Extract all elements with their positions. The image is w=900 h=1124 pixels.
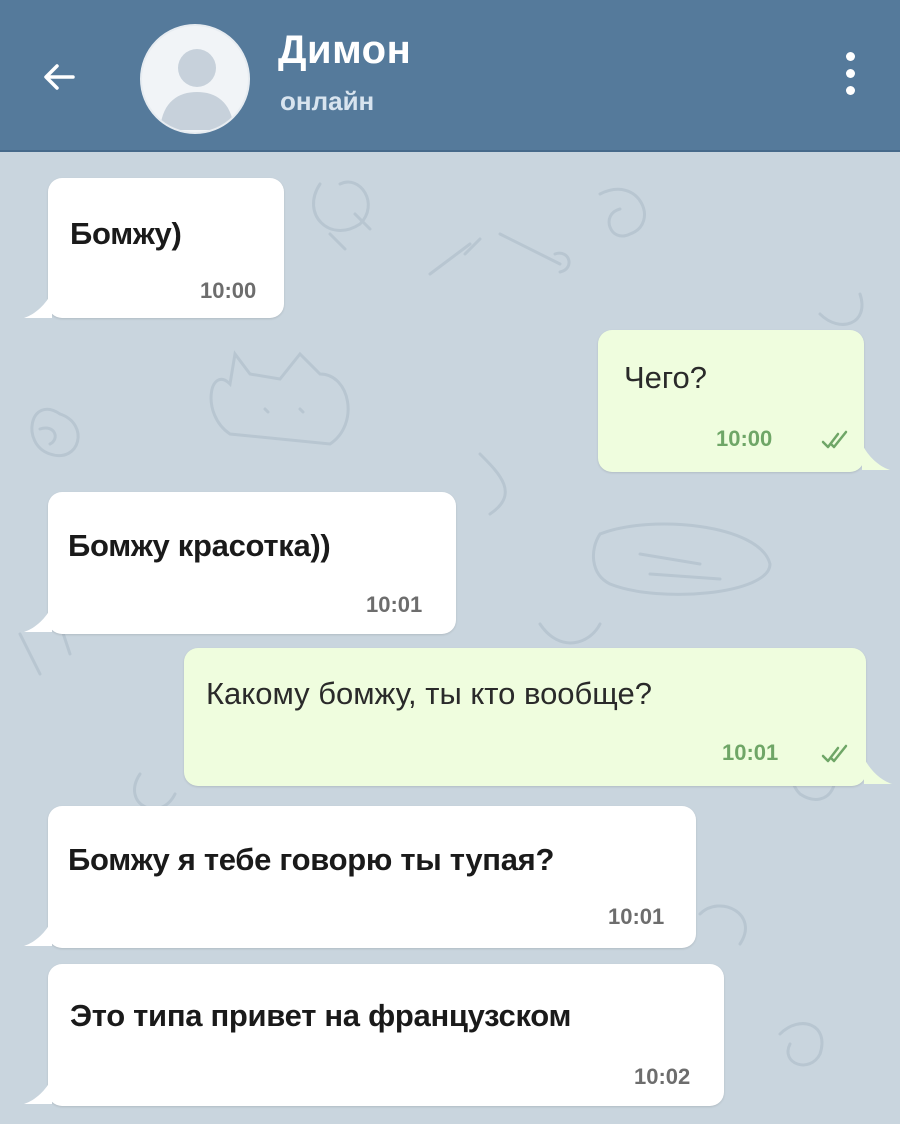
message-time: 10:02: [634, 1064, 691, 1089]
more-vertical-icon: [845, 51, 855, 61]
chat-header: Димон онлайн: [0, 0, 900, 152]
contact-status: онлайн: [280, 86, 375, 116]
message-text: Бомжу красотка)): [68, 528, 331, 563]
more-vertical-icon-dot: [845, 85, 855, 95]
contact-avatar[interactable]: [140, 24, 250, 134]
message-time: 10:00: [200, 278, 257, 303]
message-text: Это типа привет на французском: [70, 998, 572, 1033]
bubble-tail: [862, 444, 890, 470]
message-bubble-incoming[interactable]: Бомжу) 10:00: [48, 178, 284, 318]
bubble-tail: [24, 920, 52, 946]
bubble-tail: [864, 758, 892, 784]
bubble-tail: [24, 1078, 52, 1104]
contact-name[interactable]: Димон: [278, 28, 411, 73]
message-text: Какому бомжу, ты кто вообще?: [206, 676, 652, 711]
arrow-left-icon: [44, 64, 75, 90]
double-check-icon: [821, 430, 848, 449]
message-bubble-incoming[interactable]: Бомжу я тебе говорю ты тупая? 10:01: [48, 806, 696, 948]
message-bubble-incoming[interactable]: Бомжу красотка)) 10:01: [48, 492, 456, 634]
message-text: Бомжу я тебе говорю ты тупая?: [68, 842, 555, 877]
message-bubble-outgoing[interactable]: Чего? 10:00: [598, 330, 864, 472]
message-time: 10:00: [716, 426, 773, 451]
double-check-icon: [821, 744, 848, 763]
chat-area[interactable]: Бомжу) 10:00 Чего? 10:00 Бомжу красотка)…: [0, 154, 900, 1124]
bubble-tail: [24, 606, 52, 632]
default-user-avatar-icon: [160, 49, 234, 130]
back-button[interactable]: [30, 48, 88, 106]
message-bubble-outgoing[interactable]: Какому бомжу, ты кто вообще? 10:01: [184, 648, 866, 786]
message-time: 10:01: [366, 592, 423, 617]
message-bubble-incoming[interactable]: Это типа привет на французском 10:02: [48, 964, 724, 1106]
message-text: Чего?: [624, 360, 708, 395]
bubble-tail: [24, 292, 52, 318]
message-time: 10:01: [608, 904, 665, 929]
message-text: Бомжу): [70, 216, 182, 251]
more-vertical-icon-dot: [845, 68, 855, 78]
more-menu-button[interactable]: [828, 40, 872, 106]
message-time: 10:01: [722, 740, 779, 765]
